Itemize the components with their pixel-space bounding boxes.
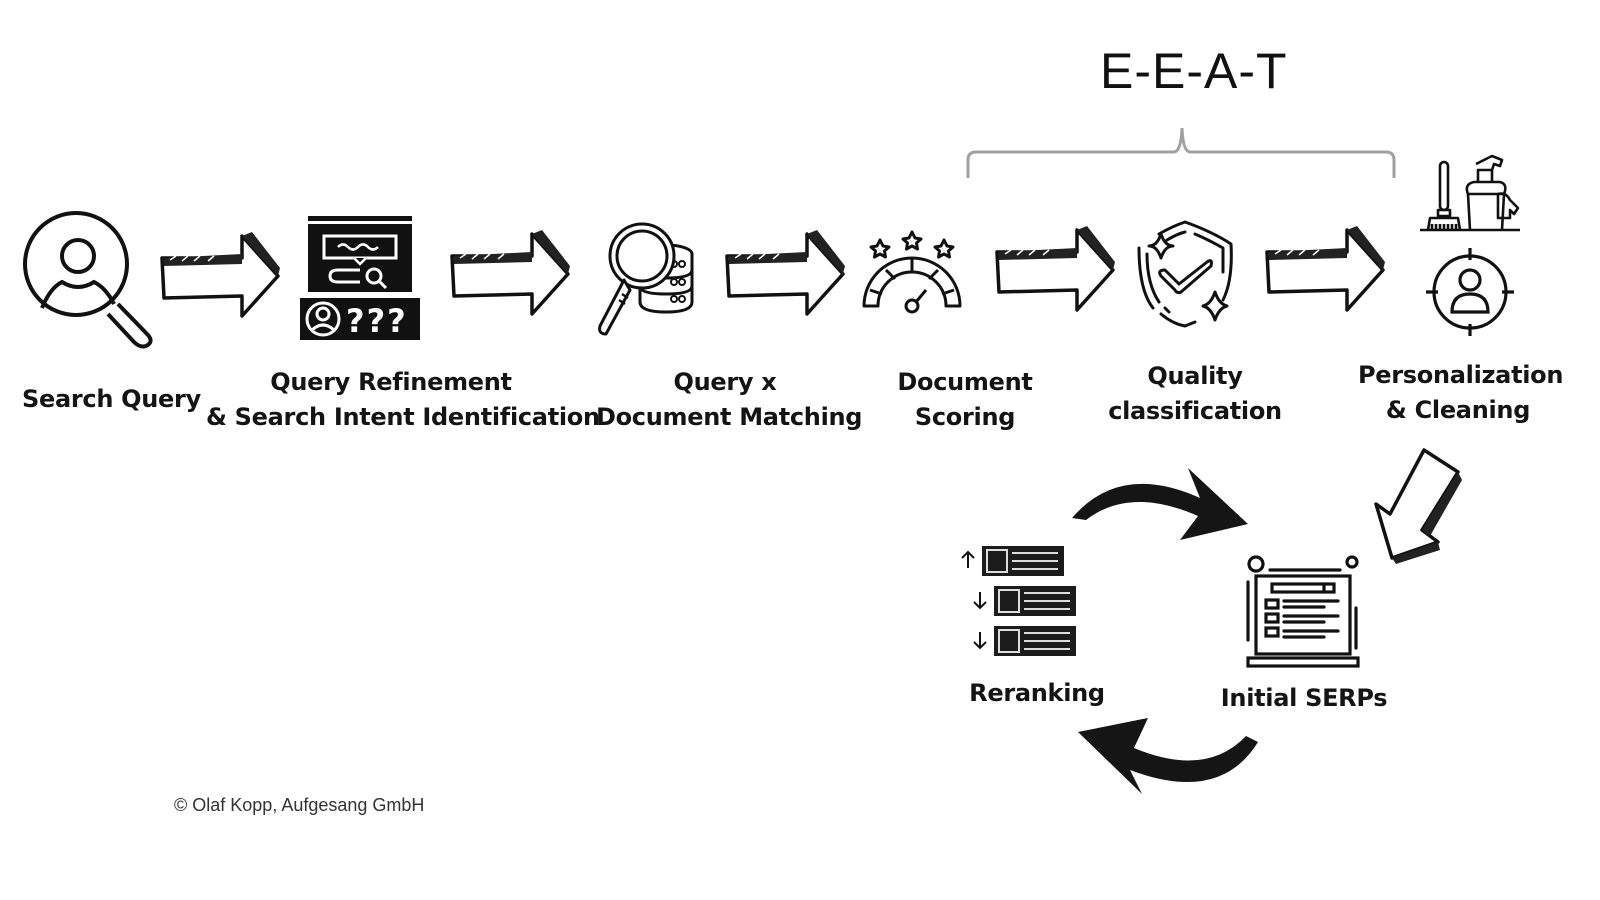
score-gauge-icon	[862, 230, 962, 314]
arrow-right-icon	[160, 232, 280, 318]
cycle-arrow-to-reranking-icon	[1078, 718, 1258, 794]
serps-laptop-icon	[1246, 555, 1360, 668]
quality-shield-icon	[1137, 220, 1233, 328]
step-label-personalization: Personalization & Cleaning	[1358, 361, 1564, 424]
reranking-label: Reranking	[969, 679, 1105, 707]
arrow-right-icon	[725, 230, 845, 316]
cycle-arrow-to-serps-icon	[1072, 468, 1248, 540]
user-search-icon	[23, 211, 153, 349]
step-label-document-scoring: Document Scoring	[897, 368, 1033, 431]
cleaning-personalization-icon	[1420, 154, 1520, 336]
eeat-bracket	[966, 127, 1396, 178]
step-label-search-query: Search Query	[22, 385, 201, 413]
copyright-notice: © Olaf Kopp, Aufgesang GmbH	[174, 795, 425, 815]
arrow-right-icon	[450, 230, 570, 316]
arrow-down-left-icon	[1374, 448, 1462, 564]
initial-serps-label: Initial SERPs	[1220, 684, 1388, 712]
step-label-quality-classification: Quality classification	[1108, 362, 1282, 425]
step-label-query-refinement: Query Refinement & Search Intent Identif…	[206, 368, 600, 431]
reranking-list-icon	[961, 546, 1076, 656]
svg-text:???: ???	[346, 302, 408, 340]
arrow-right-icon	[995, 226, 1115, 312]
database-search-icon	[598, 222, 694, 336]
step-label-document-matching: Query x Document Matching	[596, 368, 863, 431]
query-refinement-icon: ???	[300, 216, 420, 340]
arrow-right-icon	[1265, 226, 1385, 312]
